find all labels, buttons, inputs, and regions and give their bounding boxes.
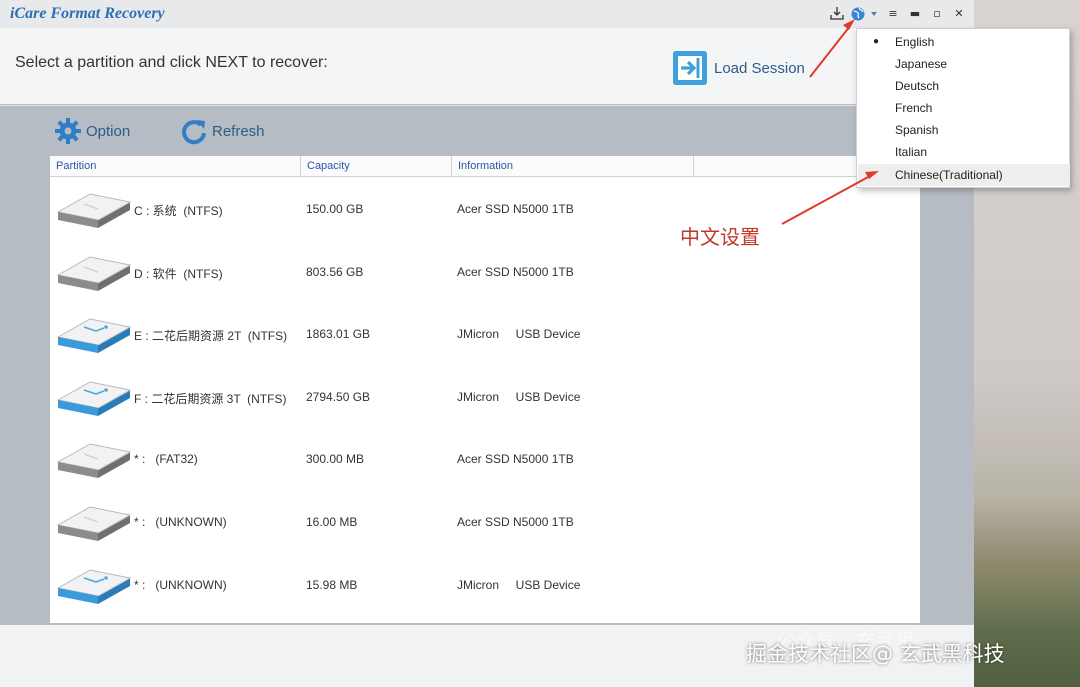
table-row[interactable]: * : (FAT32) 300.00 MB Acer SSD N5000 1TB xyxy=(50,428,920,490)
refresh-label: Refresh xyxy=(212,122,265,140)
language-option-japanese[interactable]: Japanese xyxy=(858,53,1070,75)
load-session-icon xyxy=(673,51,707,85)
table-row[interactable]: * : (UNKNOWN) 15.98 MB JMicron USB Devic… xyxy=(50,554,920,616)
table-row[interactable]: C : 系统 (NTFS) 150.00 GB Acer SSD N5000 1… xyxy=(50,178,920,240)
usb-drive-icon xyxy=(56,569,132,604)
information-cell: JMicron USB Device xyxy=(457,389,581,404)
information-cell: Acer SSD N5000 1TB xyxy=(457,264,574,279)
download-icon[interactable] xyxy=(828,6,846,22)
instruction-text: Select a partition and click NEXT to rec… xyxy=(15,54,328,71)
option-label: Option xyxy=(86,122,131,140)
language-option-spanish[interactable]: Spanish xyxy=(858,119,1070,141)
usb-drive-icon xyxy=(56,318,132,354)
table-row[interactable]: D : 软件 (NTFS) 803.56 GB Acer SSD N5000 1… xyxy=(50,241,920,303)
language-option-chinese-traditional[interactable]: Chinese(Traditional) xyxy=(858,164,1070,186)
information-cell: JMicron USB Device xyxy=(457,327,581,342)
language-option-label: Italian xyxy=(895,145,928,159)
language-menu: ● English Japanese Deutsch French Spanis… xyxy=(856,28,1070,188)
watermark: 掘金技术社区@ 玄武黑科技 xyxy=(746,642,1005,666)
load-session-label: Load Session xyxy=(714,59,805,77)
table-row[interactable]: * : (UNKNOWN) 16.00 MB Acer SSD N5000 1T… xyxy=(50,491,920,553)
capacity-cell: 803.56 GB xyxy=(306,264,364,279)
partition-cell: C : 系统 (NTFS) xyxy=(134,204,223,218)
app-window: iCare Format Recovery ≡ ▬ ▫ ✕ Select a p… xyxy=(0,0,974,687)
information-cell: JMicron USB Device xyxy=(457,577,581,592)
drive-icon-wrap xyxy=(54,501,134,550)
toolbar: Option Refresh xyxy=(0,106,974,156)
partition-cell: D : 软件 (NTFS) xyxy=(134,266,223,281)
hard-drive-icon xyxy=(56,443,132,479)
capacity-cell: 300.00 MB xyxy=(306,452,365,467)
drive-icon-wrap xyxy=(54,564,134,613)
header-panel: Select a partition and click NEXT to rec… xyxy=(0,28,974,105)
capacity-cell: 16.00 MB xyxy=(306,515,358,529)
column-header-information[interactable]: Information xyxy=(452,156,694,177)
column-header-partition[interactable]: Partition xyxy=(50,156,301,177)
hard-drive-icon xyxy=(56,256,132,291)
app-title: iCare Format Recovery xyxy=(10,5,165,22)
minimize-icon[interactable]: ▬ xyxy=(906,6,924,22)
table-row[interactable]: E : 二花后期资源 2T (NTFS) 1863.01 GB JMicron … xyxy=(50,303,920,365)
language-option-label: Deutsch xyxy=(895,79,940,93)
load-session-button[interactable]: Load Session xyxy=(672,50,805,86)
language-option-italian[interactable]: Italian xyxy=(858,141,1070,163)
usb-drive-icon xyxy=(56,381,132,416)
information-cell: Acer SSD N5000 1TB xyxy=(457,452,574,467)
partition-cell: F : 二花后期资源 3T (NTFS) xyxy=(134,391,287,406)
language-option-label: Japanese xyxy=(895,57,948,71)
capacity-cell: 1863.01 GB xyxy=(306,327,371,342)
capacity-cell: 150.00 GB xyxy=(306,202,364,216)
refresh-icon xyxy=(182,120,206,145)
drive-icon-wrap xyxy=(54,188,134,237)
capacity-cell: 2794.50 GB xyxy=(306,389,371,404)
partition-list-area: Partition Capacity Information C : 系统 (N… xyxy=(0,156,974,624)
language-option-label: French xyxy=(895,101,933,115)
table-header: Partition Capacity Information xyxy=(50,156,920,177)
maximize-icon[interactable]: ▫ xyxy=(928,6,946,22)
drive-icon-wrap xyxy=(54,438,134,487)
drive-icon-wrap xyxy=(54,251,134,300)
partition-cell: * : (FAT32) xyxy=(134,452,198,467)
language-option-french[interactable]: French xyxy=(858,97,1070,119)
refresh-button[interactable]: Refresh xyxy=(180,116,265,146)
hard-drive-icon xyxy=(56,193,132,228)
capacity-cell: 15.98 MB xyxy=(306,577,358,592)
language-option-deutsch[interactable]: Deutsch xyxy=(858,75,1070,97)
language-option-label: Spanish xyxy=(895,123,939,137)
close-icon[interactable]: ✕ xyxy=(950,6,968,22)
partition-cell: E : 二花后期资源 2T (NTFS) xyxy=(134,329,288,344)
partition-cell: * : (UNKNOWN) xyxy=(134,515,227,529)
language-option-label: Chinese(Traditional) xyxy=(895,168,1003,182)
menu-icon[interactable]: ≡ xyxy=(884,6,902,22)
column-header-capacity[interactable]: Capacity xyxy=(301,156,452,177)
table-row[interactable]: F : 二花后期资源 3T (NTFS) 2794.50 GB JMicron … xyxy=(50,366,920,428)
selected-bullet-icon: ● xyxy=(873,36,880,47)
globe-icon xyxy=(851,7,877,21)
option-button[interactable]: Option xyxy=(54,116,130,146)
title-bar: iCare Format Recovery ≡ ▬ ▫ ✕ xyxy=(0,0,974,28)
gear-icon xyxy=(55,118,81,144)
information-cell: Acer SSD N5000 1TB xyxy=(457,515,574,529)
drive-icon-wrap xyxy=(54,313,134,362)
partition-table: Partition Capacity Information C : 系统 (N… xyxy=(50,156,920,623)
language-button[interactable] xyxy=(850,6,880,22)
partition-cell: * : (UNKNOWN) xyxy=(134,577,227,592)
drive-icon-wrap xyxy=(54,376,134,425)
information-cell: Acer SSD N5000 1TB xyxy=(457,202,574,216)
language-option-label: English xyxy=(895,35,935,49)
language-option-english[interactable]: ● English xyxy=(858,31,1070,53)
hard-drive-icon xyxy=(56,506,132,541)
annotation-label: 中文设置 xyxy=(680,225,760,249)
